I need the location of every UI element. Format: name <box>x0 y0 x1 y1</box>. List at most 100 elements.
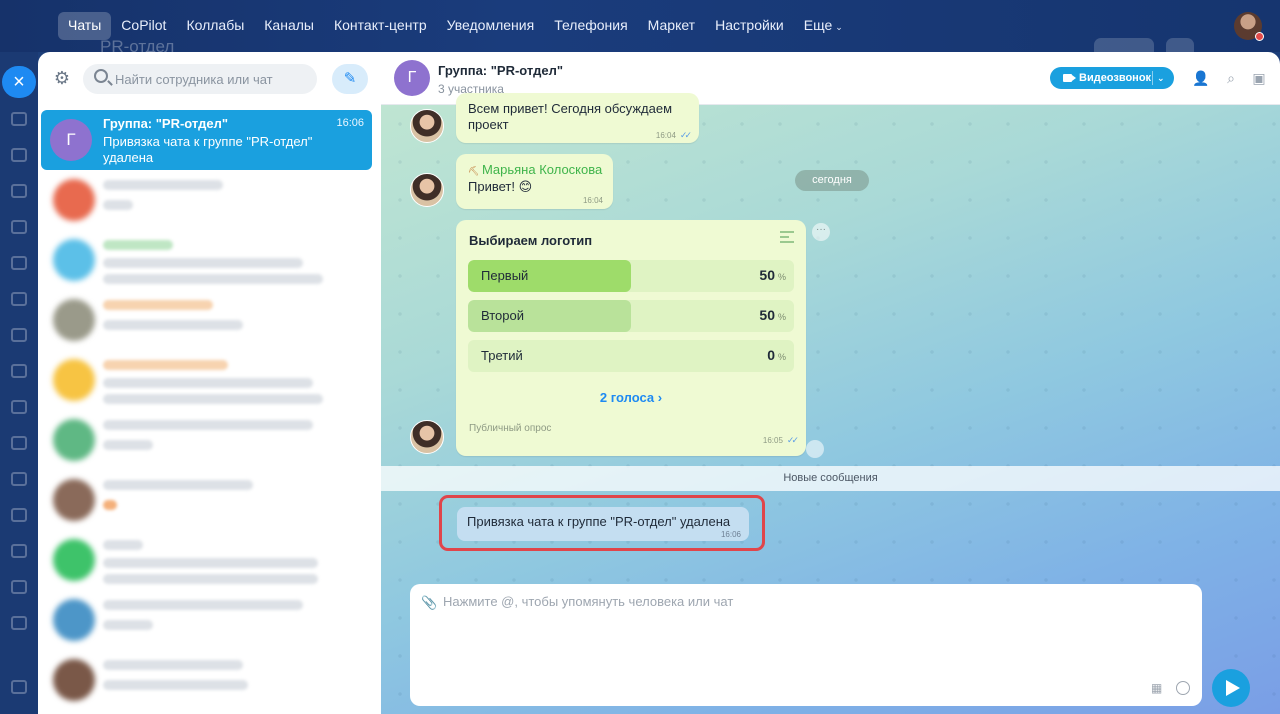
blurred-text <box>103 558 318 568</box>
list-item[interactable] <box>41 230 372 290</box>
rail-icon[interactable] <box>11 364 27 378</box>
add-user-icon[interactable]: 👤 <box>1191 68 1211 88</box>
video-call-button[interactable]: Видеозвонок ⌄ <box>1050 67 1174 89</box>
list-item[interactable] <box>41 410 372 470</box>
sender-avatar[interactable] <box>410 173 444 207</box>
chat-avatar <box>53 239 95 281</box>
chevron-down-icon: ⌄ <box>835 22 843 32</box>
nav-item-collabs[interactable]: Коллабы <box>176 12 254 40</box>
nav-menu: Чаты CoPilot Коллабы Каналы Контакт-цент… <box>58 12 853 40</box>
poll-percent-value: 0 <box>767 347 775 363</box>
rail-icon[interactable] <box>11 508 27 522</box>
blurred-text <box>103 394 323 404</box>
notification-dot <box>1255 32 1264 41</box>
nav-item-notifications[interactable]: Уведомления <box>437 12 545 40</box>
close-icon[interactable]: × <box>2 66 36 98</box>
blurred-text <box>103 480 253 490</box>
message-input[interactable] <box>443 594 1183 654</box>
background-button <box>1166 38 1194 52</box>
search-box <box>83 64 317 94</box>
reaction-icon[interactable] <box>806 440 824 458</box>
blurred-text <box>103 360 228 370</box>
system-message-text: Привязка чата к группе "PR-отдел" удален… <box>467 514 731 529</box>
poll-option-label: Третий <box>481 348 523 363</box>
list-item[interactable] <box>41 590 372 650</box>
rail-icon[interactable] <box>11 328 27 342</box>
rail-icon[interactable] <box>11 472 27 486</box>
poll-option[interactable]: Второй 50% <box>468 300 794 332</box>
message-area[interactable]: Всем привет! Сегодня обсуждаем проект 16… <box>381 93 1280 714</box>
rail-icon[interactable] <box>11 436 27 450</box>
chat-title[interactable]: Группа: "PR-отдел" <box>438 63 563 78</box>
video-call-label: Видеозвонок <box>1079 72 1152 84</box>
list-item[interactable] <box>41 470 372 530</box>
rail-icon[interactable] <box>11 544 27 558</box>
more-icon[interactable]: ··· <box>812 223 830 241</box>
sender-avatar[interactable] <box>410 109 444 143</box>
chat-avatar <box>53 359 95 401</box>
rail-icon[interactable] <box>11 112 27 126</box>
chat-time: 16:06 <box>336 117 364 129</box>
list-item[interactable] <box>41 290 372 350</box>
blurred-text <box>103 620 153 630</box>
message-time: 16:04 ✓✓ <box>655 130 692 141</box>
system-message[interactable]: Привязка чата к группе "PR-отдел" удален… <box>457 507 749 541</box>
rail-icon[interactable] <box>11 184 27 198</box>
rail-icon[interactable] <box>11 580 27 594</box>
poll-menu-icon[interactable] <box>780 231 794 243</box>
chat-item-active[interactable]: Г Группа: "PR-отдел" 16:06 Привязка чата… <box>41 110 372 170</box>
chat-header-avatar[interactable]: Г <box>394 60 430 96</box>
message-time: 16:06 <box>720 530 741 539</box>
message-time: 16:05 ✓✓ <box>763 435 799 446</box>
chat-avatar <box>53 539 95 581</box>
filter-icon[interactable]: ⚙ <box>52 68 72 88</box>
nav-item-channels[interactable]: Каналы <box>254 12 324 40</box>
nav-item-telephony[interactable]: Телефония <box>544 12 637 40</box>
nav-item-copilot[interactable]: CoPilot <box>111 12 176 40</box>
compose-icon: ✎ <box>343 70 357 87</box>
search-icon[interactable]: ⌕ <box>1221 68 1241 88</box>
rail-icon[interactable] <box>11 220 27 234</box>
paperclip-icon[interactable]: 📎 <box>421 595 437 611</box>
poll-option[interactable]: Первый 50% <box>468 260 794 292</box>
sender-name: Марьяна Колоскова <box>481 162 603 177</box>
rail-icon[interactable] <box>11 256 27 270</box>
poll-votes-link[interactable]: 2 голоса › <box>456 390 806 405</box>
poll-option[interactable]: Третий 0% <box>468 340 794 372</box>
poll-option-percent: 50% <box>759 267 786 283</box>
sender-avatar[interactable] <box>410 420 444 454</box>
list-item[interactable] <box>41 650 372 710</box>
send-button[interactable] <box>1212 669 1250 707</box>
poll-percent-value: 50 <box>759 267 775 283</box>
settings-icon[interactable] <box>11 680 27 694</box>
new-chat-button[interactable]: ✎ <box>332 64 368 94</box>
list-item[interactable] <box>41 350 372 410</box>
message-bubble[interactable]: Всем привет! Сегодня обсуждаем проект 16… <box>456 93 699 143</box>
nav-item-more[interactable]: Еще ⌄ <box>794 12 853 40</box>
message-time-value: 16:04 <box>655 131 676 140</box>
rail-icon[interactable] <box>11 292 27 306</box>
blurred-text <box>103 200 133 210</box>
rail-icon[interactable] <box>11 616 27 630</box>
list-item[interactable] <box>41 530 372 590</box>
poll-title: Выбираем логотип <box>469 233 593 248</box>
list-item[interactable] <box>41 170 372 230</box>
message-bubble[interactable]: ⛏ Марьяна Колоскова Привет! 😊 16:04 <box>456 154 613 209</box>
nav-item-contact-center[interactable]: Контакт-центр <box>324 12 437 40</box>
emoji-icon[interactable] <box>1176 681 1190 695</box>
nav-item-chats[interactable]: Чаты <box>58 12 112 40</box>
blurred-text <box>103 600 303 610</box>
rail-icon[interactable] <box>11 148 27 162</box>
divider <box>1152 71 1153 85</box>
message-sender[interactable]: ⛏ Марьяна Колоскова <box>468 162 602 179</box>
poll-option-label: Второй <box>481 308 524 323</box>
chat-name: Группа: "PR-отдел" <box>103 116 229 131</box>
nav-item-market[interactable]: Маркет <box>638 12 705 40</box>
blurred-text <box>103 660 243 670</box>
chevron-down-icon[interactable]: ⌄ <box>1157 67 1165 89</box>
nav-item-settings[interactable]: Настройки <box>705 12 794 40</box>
search-input[interactable] <box>115 64 311 94</box>
panel-toggle-icon[interactable]: ▣ <box>1249 68 1269 88</box>
rail-icon[interactable] <box>11 400 27 414</box>
apps-grid-icon[interactable]: ▦ <box>1151 682 1164 695</box>
